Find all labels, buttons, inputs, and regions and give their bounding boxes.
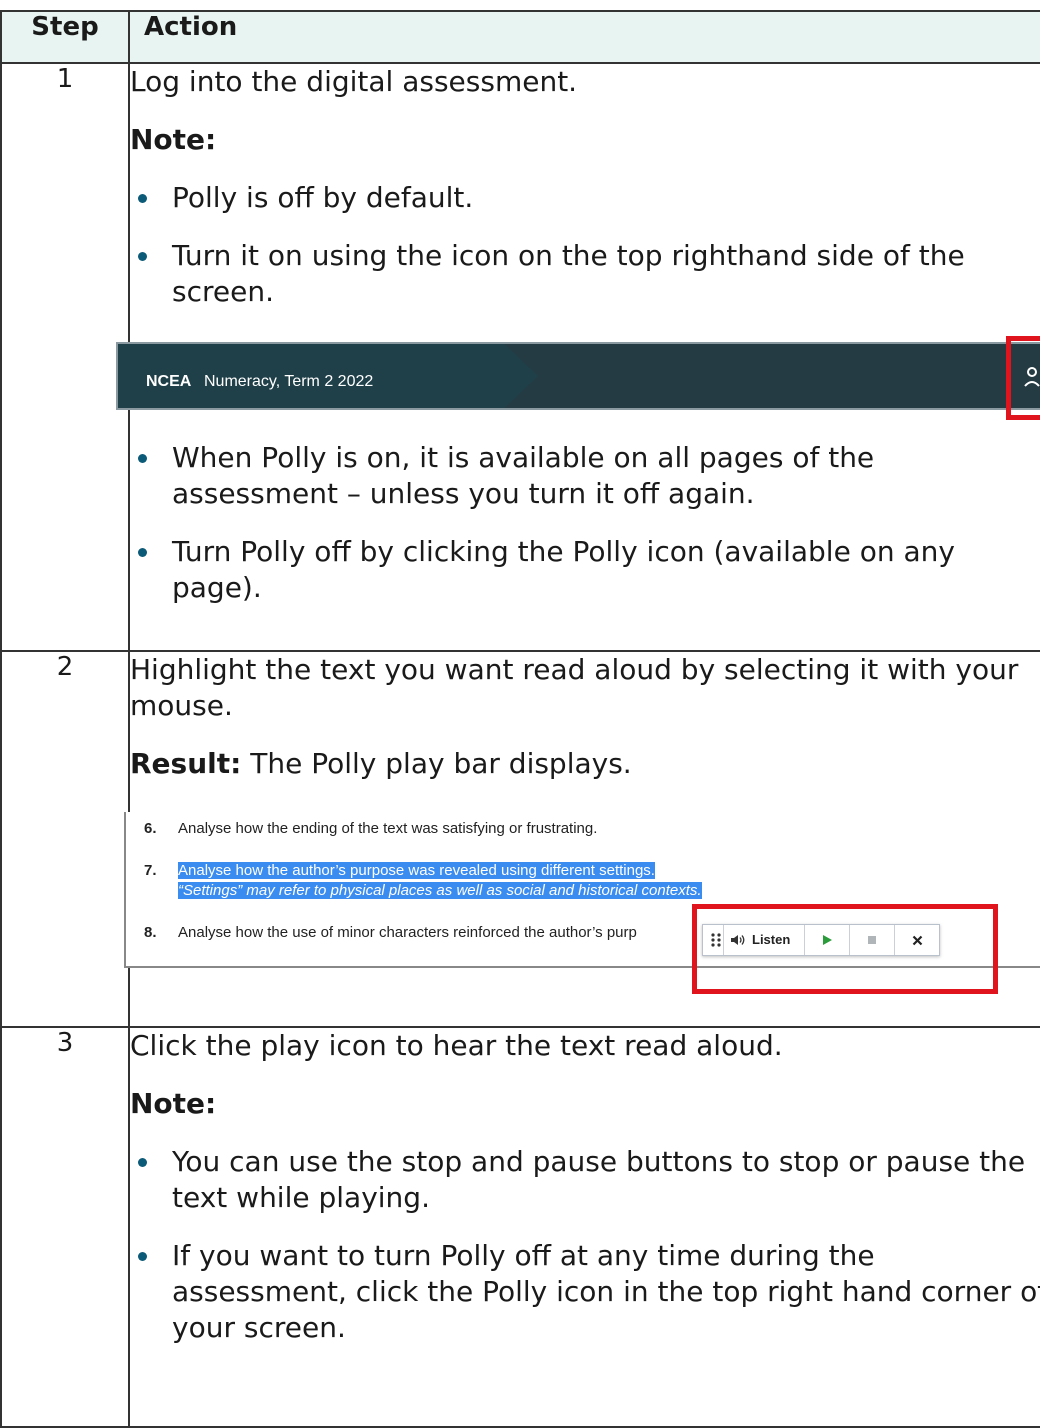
action-cell: Click the play icon to hear the text rea… <box>128 1026 1040 1428</box>
assessment-title: Numeracy, Term 2 2022 <box>204 373 374 390</box>
question-number: 8. <box>144 924 157 941</box>
action-text: Highlight the text you want read aloud b… <box>130 653 1019 722</box>
question-text: Analyse how the use of minor characters … <box>178 924 637 941</box>
ncea-top-bar: NCEA Numeracy, Term 2 2022 <box>116 342 1040 410</box>
highlight-box <box>692 904 998 994</box>
selected-text[interactable]: Analyse how the author’s purpose was rev… <box>178 862 655 879</box>
question-number: 6. <box>144 820 157 837</box>
list-item: When Polly is on, it is available on all… <box>130 440 1040 512</box>
list-item: Polly is off by default. <box>130 180 1040 216</box>
step-number: 3 <box>0 1026 130 1428</box>
question-text: Analyse how the ending of the text was s… <box>178 820 598 837</box>
question-item: 8. Analyse how the use of minor character… <box>144 924 637 942</box>
bullet-list: When Polly is on, it is available on all… <box>130 440 1040 606</box>
result-label: Result: <box>130 747 242 780</box>
note-label: Note: <box>130 123 217 156</box>
table-row: 3 Click the play icon to hear the text r… <box>0 1026 1040 1428</box>
table-row: 2 Highlight the text you want read aloud… <box>0 650 1040 1028</box>
list-item: You can use the stop and pause buttons t… <box>130 1144 1040 1216</box>
action-text: Click the play icon to hear the text rea… <box>130 1029 783 1062</box>
ncea-logo-text: NCEA <box>146 373 192 390</box>
table-header-row: Step Action <box>0 10 1040 64</box>
action-cell: Log into the digital assessment. Note: P… <box>116 62 1040 652</box>
result-line: Result: The Polly play bar displays. <box>130 746 1040 782</box>
question-item-selected: 7. Analyse how the author’s purpose was r… <box>144 862 702 899</box>
list-item: If you want to turn Polly off at any tim… <box>130 1238 1040 1346</box>
question-item: 6. Analyse how the ending of the text was… <box>144 820 597 838</box>
steps-table: Step Action 1 Log into the digital asses… <box>0 10 1040 1428</box>
list-item: Turn Polly off by clicking the Polly ico… <box>130 534 1040 606</box>
action-cell: Highlight the text you want read aloud b… <box>124 650 1040 1028</box>
table-row: 1 Log into the digital assessment. Note:… <box>0 62 1040 652</box>
bullet-list: You can use the stop and pause buttons t… <box>130 1144 1040 1346</box>
list-item: Turn it on using the icon on the top rig… <box>130 238 1040 310</box>
action-text: Log into the digital assessment. <box>130 65 578 98</box>
column-header-step: Step <box>0 10 130 64</box>
note-label: Note: <box>130 1087 217 1120</box>
highlight-box <box>1006 336 1040 420</box>
result-text: The Polly play bar displays. <box>241 747 632 780</box>
step-number: 2 <box>0 650 130 1028</box>
question-number: 7. <box>144 862 157 879</box>
step-number: 1 <box>0 62 130 652</box>
column-header-action: Action <box>128 10 1040 64</box>
ncea-header-screenshot: NCEA Numeracy, Term 2 2022 <box>116 336 1040 422</box>
polly-playbar-screenshot: 6. Analyse how the ending of the text was… <box>124 812 1040 997</box>
bullet-list: Polly is off by default. Turn it on usin… <box>130 180 1040 310</box>
selected-text-italic[interactable]: “Settings” may refer to physical places … <box>178 882 702 899</box>
